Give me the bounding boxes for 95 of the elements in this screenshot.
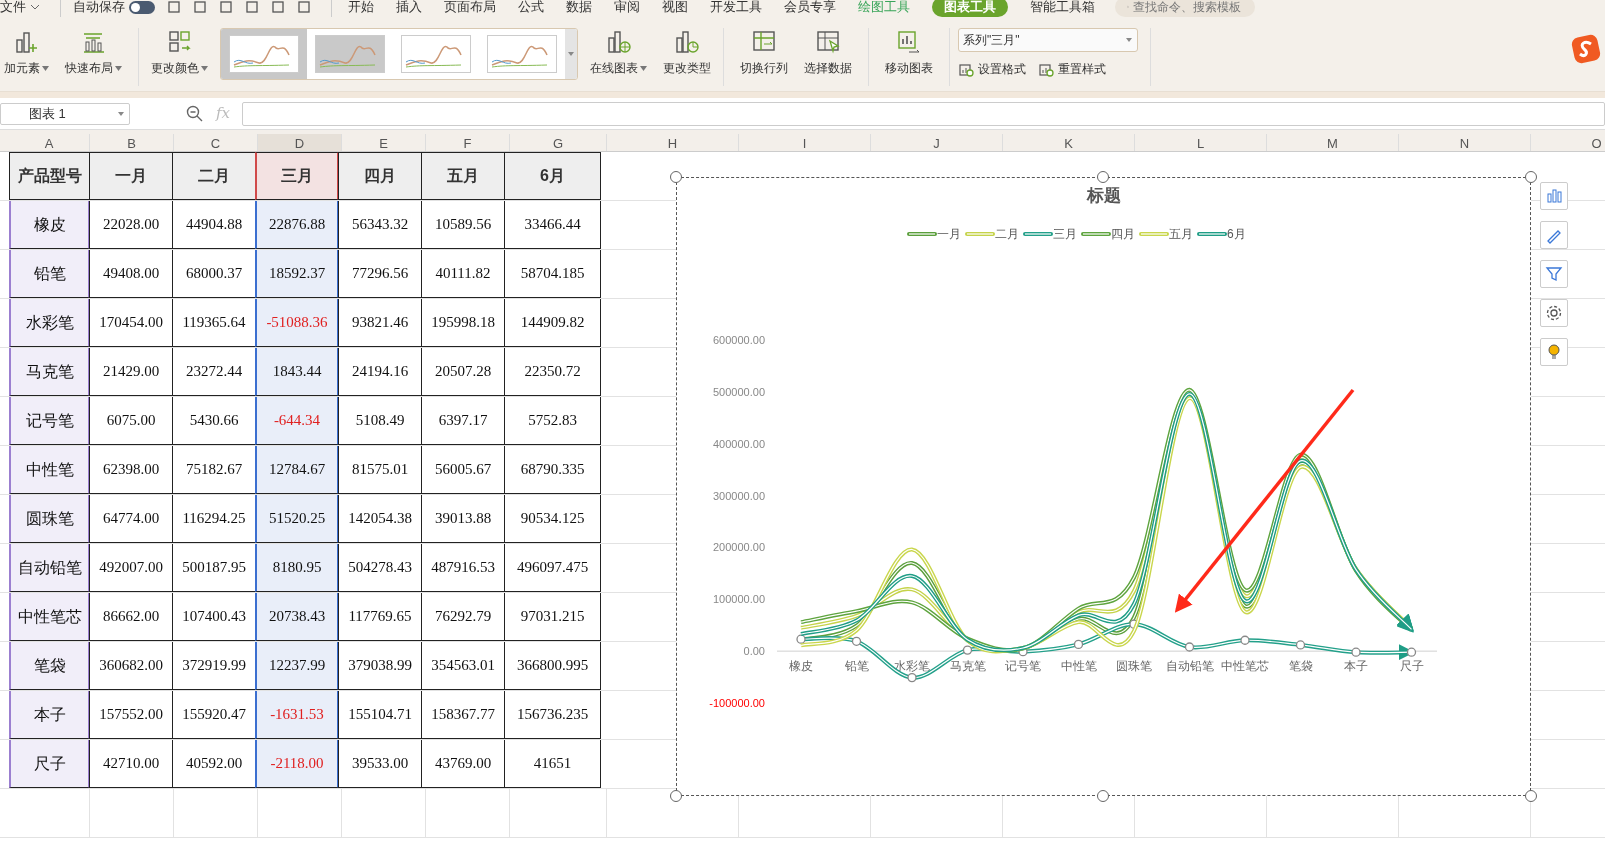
legend-label: 二月 (995, 227, 1019, 241)
table-cell: 56343.32 (338, 201, 422, 249)
table-cell: 97031.215 (504, 593, 601, 641)
table-header-cell: 一月 (89, 152, 173, 200)
table-cell: 22876.88 (255, 201, 339, 249)
table-cell: 橡皮 (9, 201, 90, 249)
table-cell: 496097.475 (504, 544, 601, 592)
x-tick-label: 中性笔 (1060, 660, 1097, 673)
table-cell: 58704.185 (504, 250, 601, 298)
table-cell: 170454.00 (89, 299, 173, 347)
table-cell: 自动铅笔 (9, 544, 90, 592)
table-header-cell: 二月 (172, 152, 256, 200)
x-tick-label: 笔袋 (1288, 660, 1313, 673)
table-cell: 记号笔 (9, 397, 90, 445)
table-cell: 157552.00 (89, 691, 173, 739)
legend-label: 四月 (1111, 227, 1135, 241)
table-cell: 64774.00 (89, 495, 173, 543)
table-cell: 中性笔芯 (9, 593, 90, 641)
table-cell: 49408.00 (89, 250, 173, 298)
table-cell: 379038.99 (338, 642, 422, 690)
legend-label: 三月 (1053, 227, 1077, 241)
legend-label: 一月 (937, 227, 961, 241)
table-cell: 41651 (504, 740, 601, 788)
y-tick-label: 500000.00 (713, 385, 765, 398)
table-cell: 中性笔 (9, 446, 90, 494)
table-header-cell: 产品型号 (9, 152, 90, 200)
y-tick-label: -100000.00 (709, 697, 765, 709)
table-cell: 6075.00 (89, 397, 173, 445)
table-cell: 22028.00 (89, 201, 173, 249)
table-cell: -51088.36 (255, 299, 339, 347)
table-cell: -2118.00 (255, 740, 339, 788)
table-cell: 360682.00 (89, 642, 173, 690)
table-cell: 366800.995 (504, 642, 601, 690)
x-tick-label: 马克笔 (949, 660, 986, 673)
x-tick-label: 橡皮 (789, 660, 813, 673)
y-tick-label: 600000.00 (713, 334, 765, 346)
y-tick-label: 0.00 (743, 645, 765, 658)
table-cell: 144909.82 (504, 299, 601, 347)
table-cell: 142054.38 (338, 495, 422, 543)
table-cell: 12237.99 (255, 642, 339, 690)
table-cell: 68790.335 (504, 446, 601, 494)
x-tick-label: 铅笔 (844, 660, 869, 673)
x-tick-label: 自动铅笔 (1165, 660, 1214, 673)
table-cell: 24194.16 (338, 348, 422, 396)
table-cell: 62398.00 (89, 446, 173, 494)
table-cell: 77296.56 (338, 250, 422, 298)
table-cell: 5108.49 (338, 397, 422, 445)
legend-label: 五月 (1169, 227, 1193, 241)
x-tick-label: 记号笔 (1005, 660, 1041, 673)
table-cell: 504278.43 (338, 544, 422, 592)
x-tick-label: 中性笔芯 (1221, 660, 1269, 673)
table-cell: 21429.00 (89, 348, 173, 396)
table-cell: 水彩笔 (9, 299, 90, 347)
table-cell: 12784.67 (255, 446, 339, 494)
x-tick-label: 本子 (1344, 660, 1368, 673)
y-tick-label: 200000.00 (713, 541, 765, 554)
table-cell: 33466.44 (504, 201, 601, 249)
table-cell: 18592.37 (255, 250, 339, 298)
table-cell: 22350.72 (504, 348, 601, 396)
table-header-cell: 五月 (421, 152, 505, 200)
table-cell: 81575.01 (338, 446, 422, 494)
table-cell: 39533.00 (338, 740, 422, 788)
table-cell: 8180.95 (255, 544, 339, 592)
x-tick-label: 圆珠笔 (1116, 660, 1152, 673)
table-cell: 5752.83 (504, 397, 601, 445)
x-tick-label: 尺子 (1399, 660, 1424, 673)
table-cell: 156736.235 (504, 691, 601, 739)
y-tick-label: 400000.00 (713, 437, 765, 450)
table-cell: 492007.00 (89, 544, 173, 592)
table-cell: 马克笔 (9, 348, 90, 396)
table-cell: 铅笔 (9, 250, 90, 298)
table-header-cell: 四月 (338, 152, 422, 200)
table-cell: -644.34 (255, 397, 339, 445)
x-tick-label: 水彩笔 (894, 660, 930, 673)
table-cell: 86662.00 (89, 593, 173, 641)
table-cell: 本子 (9, 691, 90, 739)
function-label: fx (216, 103, 230, 125)
table-cell: 90534.125 (504, 495, 601, 543)
y-tick-label: 300000.00 (713, 489, 765, 502)
table-cell: 93821.46 (338, 299, 422, 347)
table-cell: 51520.25 (255, 495, 339, 543)
table-cell: -1631.53 (255, 691, 339, 739)
table-cell: 尺子 (9, 740, 90, 788)
table-cell: 圆珠笔 (9, 495, 90, 543)
table-cell: 42710.00 (89, 740, 173, 788)
table-cell: 155104.71 (338, 691, 422, 739)
table-header-cell: 6月 (504, 152, 601, 200)
table-cell: 117769.65 (338, 593, 422, 641)
table-header-cell: 三月 (255, 152, 339, 200)
legend-label: 6月 (1227, 227, 1246, 241)
autosave-label: 自动保存 (73, 0, 125, 17)
y-tick-label: 100000.00 (713, 593, 765, 606)
table-cell: 20738.43 (255, 593, 339, 641)
table-cell: 笔袋 (9, 642, 90, 690)
table-cell: 1843.44 (255, 348, 339, 396)
